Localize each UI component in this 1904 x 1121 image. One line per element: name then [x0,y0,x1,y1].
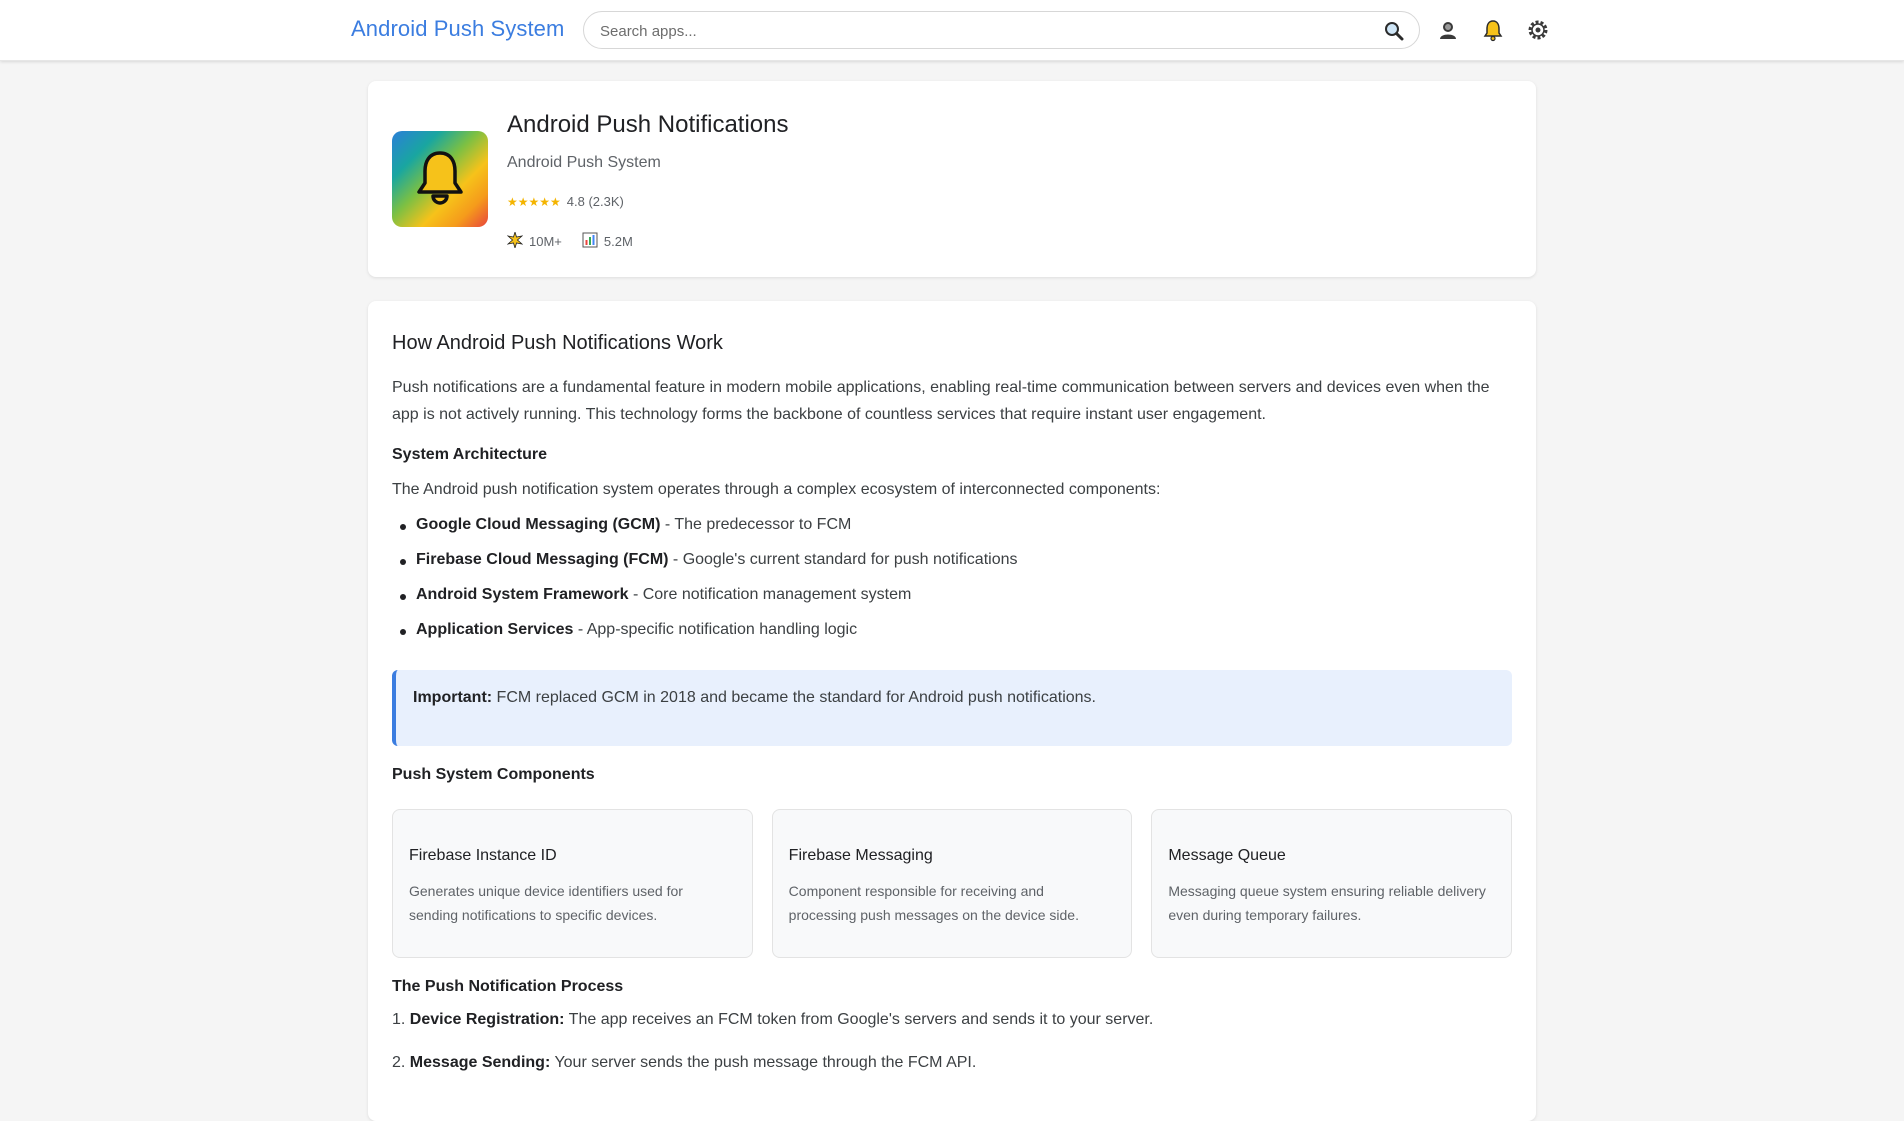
component-description: Messaging queue system ensuring reliable… [1168,883,1486,923]
component-title: Message Queue [1168,847,1286,864]
list-item: Application Services - App-specific noti… [392,621,1017,656]
list-item: Firebase Cloud Messaging (FCM) - Google'… [392,551,1017,586]
architecture-intro: The Android push notification system ope… [392,481,1161,498]
component-card: Message Queue Messaging queue system ens… [1151,809,1513,958]
search-input[interactable] [600,19,1360,43]
component-description: Component responsible for receiving and … [788,883,1079,923]
brand-logo-text[interactable]: Android Push System [351,16,564,42]
list-item: Android System Framework - Core notifica… [392,586,1017,621]
search-bar[interactable] [583,11,1420,49]
architecture-list: Google Cloud Messaging (GCM) - The prede… [392,516,1017,656]
app-developer[interactable]: Android Push System [507,154,661,172]
rating-value: 4.8 (2.3K) [566,194,624,209]
search-icon[interactable] [1383,20,1405,42]
bar-chart-icon [582,232,598,251]
callout-label: Important: [413,689,493,706]
article-card: How Android Push Notifications Work Push… [368,301,1536,1121]
account-icon[interactable] [1436,18,1460,42]
list-item: Google Cloud Messaging (GCM) - The prede… [392,516,1017,551]
app-rating: ★★★★★ 4.8 (2.3K) [507,194,624,209]
component-title: Firebase Messaging [788,847,933,864]
star-rating-icon: ★★★★★ [507,194,561,209]
component-title: Firebase Instance ID [409,847,557,864]
components-heading: Push System Components [392,766,595,783]
active-users-value: 5.2M [603,234,633,249]
app-stats: 10M+ 5.2M [506,230,633,251]
process-step: 1. Device Registration: The app receives… [392,1011,1154,1028]
callout-text: FCM replaced GCM in 2018 and became the … [492,689,1096,706]
process-step: 2. Message Sending: Your server sends th… [392,1054,977,1071]
component-card: Firebase Instance ID Generates unique de… [392,809,753,958]
article-heading: How Android Push Notifications Work [392,332,723,354]
app-info-card: Android Push Notifications Android Push … [368,81,1536,277]
app-icon [392,131,488,227]
top-navigation-bar: Android Push System [0,0,1904,61]
notification-bell-icon[interactable] [1481,18,1505,42]
component-card: Firebase Messaging Component responsible… [771,809,1133,958]
downloads-stat: 10M+ [506,230,562,251]
bell-icon [417,151,463,205]
important-callout: Important: FCM replaced GCM in 2018 and … [392,670,1512,746]
active-users-stat: 5.2M [582,232,633,251]
architecture-heading: System Architecture [392,446,548,463]
sparkle-icon [506,230,524,251]
article-intro: Push notifications are a fundamental fea… [392,379,1490,423]
downloads-value: 10M+ [529,234,562,249]
component-description: Generates unique device identifiers used… [409,883,683,923]
process-steps: 1. Device Registration: The app receives… [392,1011,1153,1097]
app-title: Android Push Notifications [507,111,789,138]
components-grid: Firebase Instance ID Generates unique de… [392,809,1513,958]
settings-gear-icon[interactable] [1526,18,1550,42]
process-heading: The Push Notification Process [392,978,624,995]
